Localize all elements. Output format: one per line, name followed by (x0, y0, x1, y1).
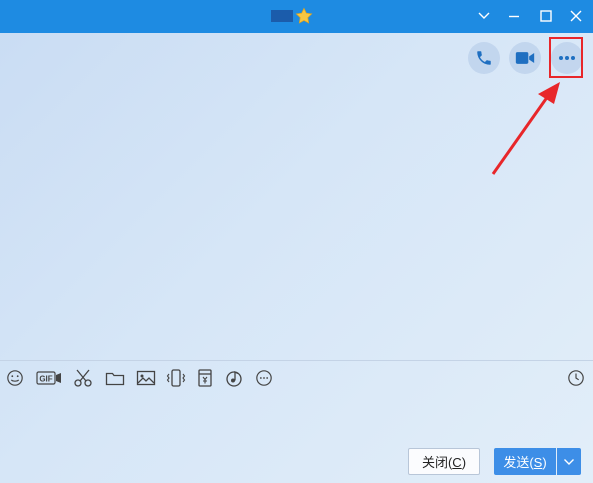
send-image-button[interactable] (134, 366, 158, 390)
message-input[interactable] (0, 392, 593, 442)
gif-icon: GIF (36, 371, 61, 385)
scissors-icon (74, 369, 92, 387)
music-icon (226, 370, 242, 387)
gif-button[interactable]: GIF (36, 366, 62, 390)
minimize-icon (509, 15, 519, 18)
title-bar (0, 0, 593, 33)
more-icon (256, 370, 272, 386)
gif-label: GIF (39, 375, 52, 384)
toolbar-more-button[interactable] (252, 366, 276, 390)
annotation-highlight-box (549, 37, 583, 78)
emoji-button[interactable] (3, 366, 27, 390)
annotation-arrow-icon (491, 82, 560, 175)
maximize-icon (540, 10, 552, 22)
image-icon (136, 370, 156, 386)
emoji-icon (7, 370, 23, 386)
window-title (271, 7, 313, 25)
collapse-chevron-button[interactable] (473, 5, 495, 27)
video-camera-icon (515, 52, 535, 64)
video-call-button[interactable] (509, 42, 541, 74)
chevron-down-icon (564, 458, 574, 465)
red-packet-button[interactable] (193, 366, 217, 390)
shake-button[interactable] (164, 366, 188, 390)
input-divider (0, 360, 593, 361)
minimize-button[interactable] (503, 5, 525, 27)
maximize-button[interactable] (535, 5, 557, 27)
chevron-down-icon (478, 12, 490, 19)
voice-call-button[interactable] (468, 42, 500, 74)
close-window-button[interactable] (565, 5, 587, 27)
send-options-button[interactable] (557, 448, 581, 475)
star-icon (295, 7, 313, 25)
folder-icon (105, 372, 125, 386)
message-history-button[interactable] (564, 366, 588, 390)
music-button[interactable] (222, 366, 246, 390)
close-icon (570, 10, 582, 22)
input-toolbar: GIF (0, 366, 593, 392)
shake-icon (166, 369, 186, 387)
close-button[interactable]: 关闭(C) (408, 448, 480, 475)
close-button-label: 关闭(C) (421, 455, 467, 470)
send-button-label: 发送(S) (503, 455, 547, 470)
phone-icon (477, 51, 491, 65)
screenshot-button[interactable] (71, 366, 95, 390)
send-file-button[interactable] (103, 366, 127, 390)
send-button[interactable]: 发送(S) (494, 448, 556, 475)
red-packet-icon (198, 369, 212, 387)
contact-name-redacted (271, 10, 293, 22)
history-clock-icon (568, 370, 584, 386)
